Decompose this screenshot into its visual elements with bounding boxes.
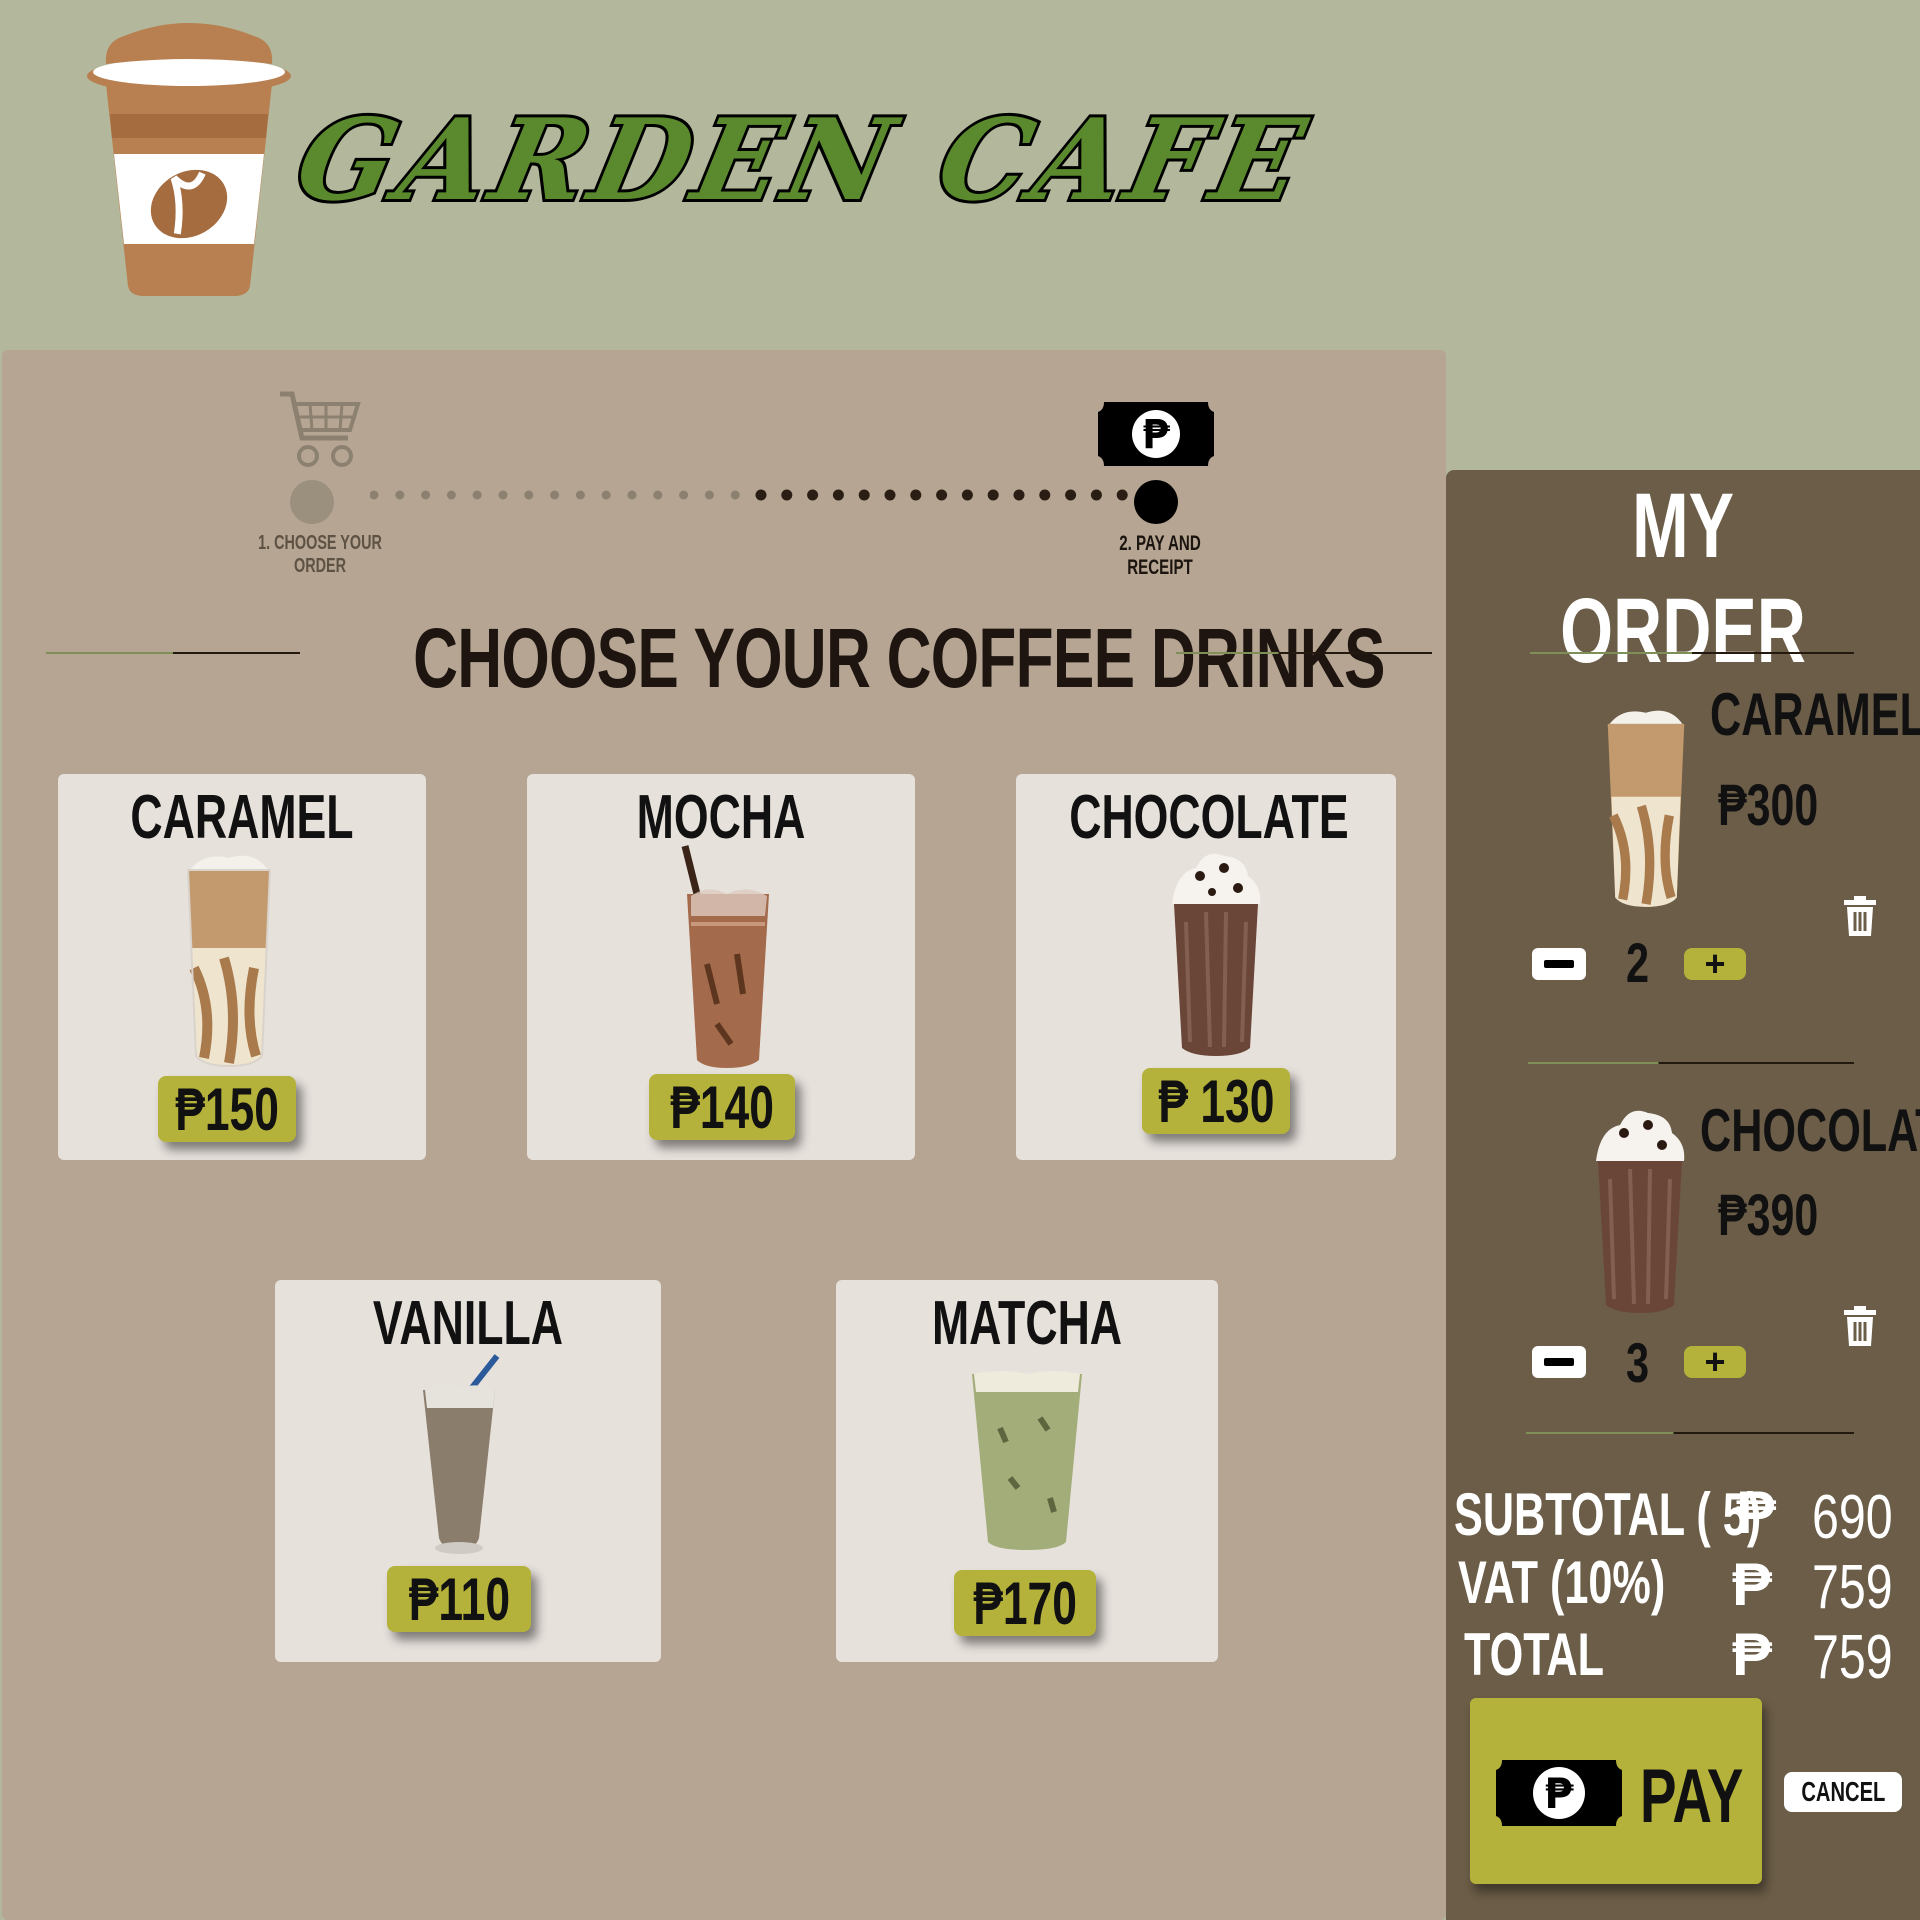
product-card-vanilla[interactable]: VANILLA ₱110 <box>275 1280 661 1662</box>
progress-dot <box>704 490 714 500</box>
subtotal-currency: ₱ <box>1736 1479 1777 1546</box>
mocha-drink-image <box>681 845 769 1068</box>
progress-dot <box>1039 489 1051 501</box>
progress-dot <box>832 489 844 501</box>
vat-label: VAT (10%) <box>1458 1549 1666 1616</box>
progress-dot <box>1065 489 1077 501</box>
brand-name: GARDEN CAFE <box>283 92 1323 229</box>
plus-icon: + <box>1704 1341 1726 1382</box>
product-card-chocolate[interactable]: CHOCOLATE ₱ 130 <box>1016 774 1396 1160</box>
order-divider <box>1530 652 1854 654</box>
progress-dots <box>370 489 1128 501</box>
plus-icon: + <box>1704 943 1726 984</box>
progress-dot <box>395 490 405 500</box>
progress-dot <box>730 490 740 500</box>
peso-bill-icon: ₱ <box>1098 402 1214 466</box>
progress-dot <box>858 489 870 501</box>
progress-dot <box>524 490 534 500</box>
progress-dot <box>1116 489 1128 501</box>
progress-dot <box>472 490 482 500</box>
order-item-quantity: 2 <box>1626 931 1650 994</box>
progress-dot <box>1013 489 1025 501</box>
progress-dot <box>550 490 560 500</box>
progress-dot <box>498 490 508 500</box>
peso-bill-icon: ₱ <box>1496 1760 1622 1826</box>
vat-value: 759 <box>1812 1553 1893 1622</box>
progress-dot <box>807 489 819 501</box>
heading-rule-left <box>46 652 300 654</box>
chocolate-drink-image <box>1172 853 1261 1056</box>
product-name: VANILLA <box>372 1289 564 1358</box>
progress-dot <box>1090 489 1102 501</box>
order-item-name: CARAMEL <box>1710 681 1920 748</box>
product-name: MOCHA <box>636 783 806 852</box>
progress-dot <box>781 489 793 501</box>
trash-icon[interactable] <box>1842 1306 1878 1348</box>
order-divider <box>1526 1432 1854 1434</box>
progress-dot <box>961 489 973 501</box>
price-tag: ₱110 <box>387 1566 531 1633</box>
progress-dot <box>627 490 637 500</box>
cancel-button[interactable]: CANCEL <box>1784 1772 1902 1812</box>
progress-dot <box>987 489 999 501</box>
price-tag: ₱ 130 <box>1142 1068 1290 1135</box>
product-name: MATCHA <box>931 1289 1123 1358</box>
order-divider <box>1528 1062 1854 1064</box>
subtotal-value: 690 <box>1812 1483 1893 1552</box>
cart-icon <box>280 391 361 467</box>
total-label: TOTAL <box>1464 1621 1604 1688</box>
minus-icon <box>1544 960 1574 968</box>
step-1-indicator <box>290 480 334 524</box>
product-name: CARAMEL <box>130 783 354 852</box>
total-currency: ₱ <box>1732 1621 1773 1688</box>
matcha-drink-image <box>972 1371 1082 1550</box>
vanilla-drink-image <box>423 1354 500 1554</box>
decrease-quantity-button[interactable] <box>1532 1346 1586 1378</box>
step-2-label: 2. PAY AND RECEIPT <box>1119 532 1201 579</box>
pay-label: PAY <box>1640 1754 1744 1839</box>
svg-text:₱: ₱ <box>1544 1769 1574 1818</box>
decrease-quantity-button[interactable] <box>1532 948 1586 980</box>
cancel-label: CANCEL <box>1800 1776 1885 1807</box>
progress-dot <box>936 489 948 501</box>
order-item-price: ₱300 <box>1718 773 1819 838</box>
progress-dot <box>370 490 379 500</box>
progress-dot <box>910 489 922 501</box>
chocolate-order-image <box>1596 1110 1685 1313</box>
progress-dot <box>421 490 431 500</box>
subtotal-label: SUBTOTAL ( 5) <box>1454 1481 1762 1548</box>
order-item-price: ₱390 <box>1718 1183 1819 1248</box>
product-card-caramel[interactable]: CARAMEL ₱150 <box>58 774 426 1160</box>
step-1-label: 1. CHOOSE YOUR ORDER <box>258 532 382 577</box>
order-item-name: CHOCOLATE <box>1700 1097 1920 1164</box>
increase-quantity-button[interactable]: + <box>1684 943 1746 984</box>
section-title: CHOOSE YOUR COFFEE DRINKS <box>413 611 1385 705</box>
minus-icon <box>1544 1358 1574 1366</box>
coffee-cup-logo-icon <box>87 23 291 296</box>
price-tag: ₱150 <box>158 1076 296 1143</box>
progress-dot <box>679 490 689 500</box>
product-card-matcha[interactable]: MATCHA ₱170 <box>836 1280 1218 1662</box>
caramel-order-image <box>1607 710 1685 907</box>
progress-dot <box>755 489 767 501</box>
price-tag: ₱140 <box>649 1074 795 1141</box>
progress-dot <box>575 490 585 500</box>
progress-dot <box>601 490 611 500</box>
increase-quantity-button[interactable]: + <box>1684 1341 1746 1382</box>
order-item-quantity: 3 <box>1626 1331 1650 1394</box>
caramel-drink-image <box>186 855 272 1068</box>
total-value: 759 <box>1812 1623 1893 1692</box>
price-tag: ₱170 <box>954 1570 1096 1637</box>
heading-rule-right <box>1176 652 1432 654</box>
progress-dot <box>884 489 896 501</box>
trash-icon[interactable] <box>1842 896 1878 938</box>
pay-button[interactable]: ₱ PAY <box>1470 1698 1762 1884</box>
progress-dot <box>446 490 456 500</box>
progress-dot <box>653 490 663 500</box>
vat-currency: ₱ <box>1732 1551 1773 1618</box>
product-card-mocha[interactable]: MOCHA ₱140 <box>527 774 915 1160</box>
step-2-indicator <box>1134 480 1178 524</box>
svg-text:₱: ₱ <box>1142 412 1170 458</box>
